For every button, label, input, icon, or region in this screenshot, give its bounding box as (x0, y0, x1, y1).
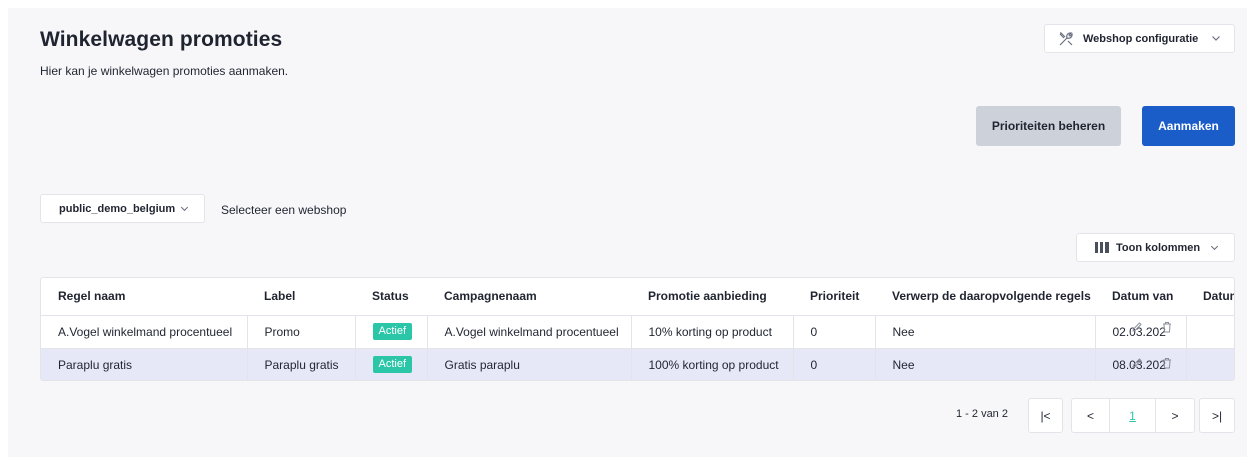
table-row[interactable]: Paraplu gratis Paraplu gratis Actief Gra… (41, 348, 1234, 380)
webshop-select[interactable]: public_demo_belgium (40, 194, 205, 223)
cell-priority: 0 (793, 348, 876, 380)
page-nav-group: < 1 > (1071, 398, 1195, 433)
cell-campaign: A.Vogel winkelmand procentueel (427, 315, 632, 349)
tools-icon (1059, 31, 1073, 45)
column-header[interactable]: Label (247, 278, 355, 316)
next-page-button[interactable]: > (1156, 399, 1194, 432)
webshop-config-dropdown[interactable]: Webshop configuratie (1044, 24, 1235, 53)
create-button[interactable]: Aanmaken (1142, 106, 1235, 146)
table-row[interactable]: A.Vogel winkelmand procentueel Promo Act… (41, 315, 1234, 349)
row-actions (1131, 321, 1173, 333)
page-number[interactable]: 1 (1110, 399, 1156, 432)
edit-icon[interactable] (1131, 357, 1143, 369)
chevron-down-icon (1210, 245, 1219, 251)
cell-campaign: Gratis paraplu (427, 348, 632, 380)
cell-date-to (1186, 348, 1234, 380)
cell-status: Actief (355, 348, 428, 380)
first-page-button[interactable]: |< (1028, 398, 1063, 433)
page-title: Winkelwagen promoties (40, 28, 283, 51)
cell-priority: 0 (793, 315, 876, 349)
manage-priorities-button[interactable]: Prioriteiten beheren (976, 106, 1121, 146)
cell-status: Actief (355, 315, 428, 349)
column-header[interactable]: Promotie aanbieding (631, 278, 793, 316)
delete-icon[interactable] (1161, 321, 1173, 333)
show-columns-label: Toon kolommen (1116, 241, 1201, 254)
show-columns-dropdown[interactable]: Toon kolommen (1076, 233, 1235, 262)
column-header[interactable]: Verwerp de daaropvolgende regels (875, 278, 1095, 316)
cell-date-to (1186, 315, 1234, 349)
cell-rule-name: Paraplu gratis (41, 348, 248, 380)
cell-offer: 100% korting op product (631, 348, 794, 380)
page-subtitle: Hier kan je winkelwagen promoties aanmak… (40, 64, 289, 78)
pagination-info: 1 - 2 van 2 (956, 408, 1008, 420)
chevron-down-icon (180, 206, 189, 212)
last-page-button[interactable]: >| (1199, 398, 1235, 433)
cell-discard-following: Nee (875, 348, 1096, 380)
status-badge: Actief (372, 356, 413, 373)
prev-page-button[interactable]: < (1072, 399, 1110, 432)
cell-rule-name: A.Vogel winkelmand procentueel (41, 315, 248, 349)
column-header[interactable]: Prioriteit (793, 278, 875, 316)
cell-discard-following: Nee (875, 315, 1096, 349)
edit-icon[interactable] (1131, 321, 1143, 333)
column-header[interactable]: Regel naam (41, 278, 247, 316)
promotions-table: Regel naam Label Status Campagnenaam Pro… (40, 277, 1235, 381)
cell-label: Paraplu gratis (247, 348, 356, 380)
column-header[interactable]: Datum (1186, 278, 1234, 316)
column-header[interactable]: Campagnenaam (427, 278, 631, 316)
delete-icon[interactable] (1161, 357, 1173, 369)
column-header[interactable]: Datum van (1095, 278, 1186, 316)
column-header[interactable]: Status (355, 278, 427, 316)
row-actions (1131, 357, 1173, 369)
webshop-select-value: public_demo_belgium (59, 202, 176, 215)
cell-offer: 10% korting op product (631, 315, 794, 349)
webshop-select-hint: Selecteer een webshop (221, 203, 347, 217)
status-badge: Actief (372, 323, 413, 340)
columns-icon (1095, 242, 1109, 253)
cell-label: Promo (247, 315, 356, 349)
webshop-config-label: Webshop configuratie (1083, 32, 1199, 45)
chevron-down-icon (1212, 36, 1220, 41)
table-header-row: Regel naam Label Status Campagnenaam Pro… (41, 278, 1234, 316)
